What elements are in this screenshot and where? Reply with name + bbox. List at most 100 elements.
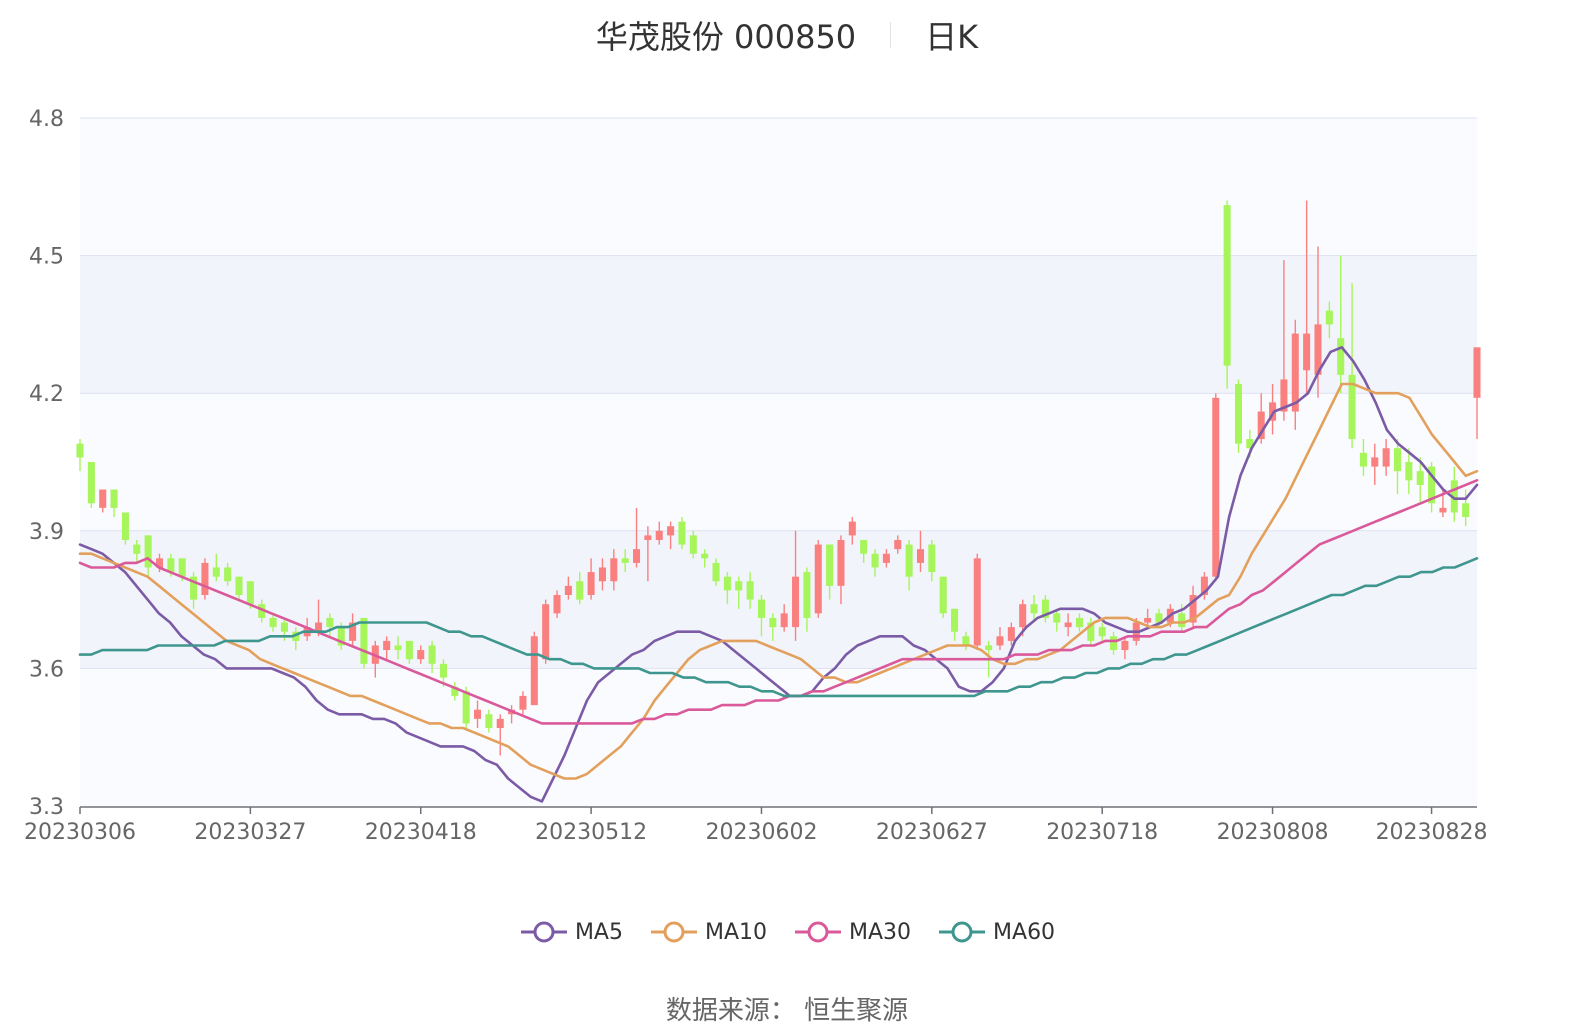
candle bbox=[201, 558, 209, 600]
y-axis: 3.3 3.6 3.9 4.2 4.5 4.8 bbox=[29, 107, 64, 820]
y-tick-label: 4.8 bbox=[29, 107, 64, 132]
candle bbox=[814, 539, 822, 618]
candle-body bbox=[326, 617, 334, 628]
data-source: 数据来源： 恒生聚源 bbox=[665, 996, 909, 1026]
x-tick-label: 20230327 bbox=[194, 820, 306, 845]
x-axis: 20230306 20230327 20230418 20230512 20230602… bbox=[24, 806, 1488, 845]
candle bbox=[973, 553, 981, 651]
candle-body bbox=[269, 617, 277, 628]
candle-body bbox=[962, 636, 970, 646]
candle-body bbox=[235, 576, 243, 596]
candle-body bbox=[576, 581, 584, 600]
candle-body bbox=[644, 535, 652, 540]
candle-body bbox=[598, 567, 606, 582]
candle-body bbox=[553, 595, 561, 614]
candle-body bbox=[224, 567, 232, 582]
legend-label: MA10 bbox=[704, 919, 767, 945]
candle-body bbox=[1144, 617, 1152, 623]
legend-circle bbox=[663, 921, 685, 943]
candle-body bbox=[564, 585, 572, 596]
x-tick-label: 20230808 bbox=[1217, 820, 1329, 845]
candle-body bbox=[246, 581, 254, 605]
candle-body bbox=[996, 636, 1004, 646]
candle-body bbox=[76, 443, 84, 458]
candle-body bbox=[1303, 333, 1311, 371]
candle-body bbox=[973, 558, 981, 646]
candle-body bbox=[1234, 384, 1243, 444]
candle-body bbox=[1007, 627, 1015, 641]
candle-body bbox=[542, 604, 550, 660]
legend-label: MA60 bbox=[993, 919, 1056, 945]
candle-body bbox=[405, 640, 413, 660]
candle-body bbox=[1405, 462, 1413, 481]
candle-body bbox=[633, 549, 641, 563]
candle-body bbox=[1019, 604, 1027, 628]
candle-body bbox=[587, 572, 595, 596]
y-tick-label: 3.6 bbox=[29, 657, 64, 682]
candle-body bbox=[1416, 471, 1424, 485]
candle-body bbox=[1223, 205, 1231, 366]
candle-body bbox=[360, 617, 368, 664]
candle-body bbox=[144, 535, 152, 568]
x-tick-label: 20230602 bbox=[705, 820, 817, 845]
candle bbox=[121, 512, 129, 545]
legend-marker-icon bbox=[795, 921, 841, 943]
y-tick-label: 4.2 bbox=[29, 382, 64, 407]
candle-body bbox=[1121, 640, 1129, 651]
x-tick-label: 20230627 bbox=[876, 820, 988, 845]
candle bbox=[542, 599, 550, 664]
candle-body bbox=[1212, 397, 1220, 577]
candle-body bbox=[837, 539, 845, 586]
candle-body bbox=[769, 617, 777, 628]
candle-body bbox=[201, 562, 209, 596]
candle-body bbox=[712, 562, 720, 582]
candle-body bbox=[280, 622, 288, 632]
candle bbox=[939, 576, 947, 618]
candle-body bbox=[417, 650, 425, 660]
legend-item-ma10[interactable]: MA10 bbox=[649, 919, 767, 945]
candle-body bbox=[99, 489, 107, 508]
candle-body bbox=[746, 581, 754, 600]
candle-body bbox=[383, 640, 391, 651]
x-tick-label: 20230828 bbox=[1376, 820, 1488, 845]
candle-body bbox=[780, 613, 788, 628]
legend-marker-icon bbox=[939, 921, 986, 943]
candle bbox=[1234, 379, 1243, 453]
candle-body bbox=[1110, 636, 1118, 651]
candle-body bbox=[655, 530, 663, 540]
candle-body bbox=[530, 636, 538, 706]
candle-body bbox=[1030, 604, 1038, 614]
y-tick-label: 3.9 bbox=[29, 520, 64, 545]
legend-item-ma30[interactable]: MA30 bbox=[793, 919, 911, 945]
candle-body bbox=[1075, 617, 1084, 628]
candle-body bbox=[621, 558, 629, 563]
candle-body bbox=[1325, 310, 1333, 325]
candle-body bbox=[1439, 507, 1447, 513]
legend-circle bbox=[807, 921, 829, 943]
legend: MA5 MA10 MA30 MA60 bbox=[0, 912, 1574, 952]
candle-body bbox=[882, 553, 890, 563]
candle-body bbox=[394, 645, 402, 651]
candle-body bbox=[848, 521, 856, 536]
candle-body bbox=[792, 576, 800, 628]
candle-body bbox=[428, 645, 436, 664]
candle-body bbox=[1098, 627, 1106, 637]
legend-item-ma60[interactable]: MA60 bbox=[937, 919, 1055, 945]
legend-circle bbox=[951, 921, 973, 943]
candle-body bbox=[473, 709, 482, 719]
candle-body bbox=[928, 544, 936, 573]
candle-body bbox=[939, 576, 947, 614]
x-tick-label: 20230418 bbox=[365, 820, 477, 845]
y-tick-label: 3.3 bbox=[29, 795, 64, 820]
candle-body bbox=[916, 549, 924, 563]
candle-body bbox=[735, 581, 743, 591]
kline-chart: 3.33.63.94.24.54.8 20230306 20230327 20230… bbox=[24, 107, 1488, 845]
candle-body bbox=[689, 535, 697, 554]
candle-body bbox=[723, 576, 731, 591]
plot-band bbox=[80, 530, 1477, 669]
candle-body bbox=[1393, 448, 1402, 472]
candle-body bbox=[519, 695, 527, 710]
candle-body bbox=[701, 553, 709, 559]
candle-body bbox=[610, 558, 618, 582]
legend-item-ma5[interactable]: MA5 bbox=[519, 919, 623, 945]
